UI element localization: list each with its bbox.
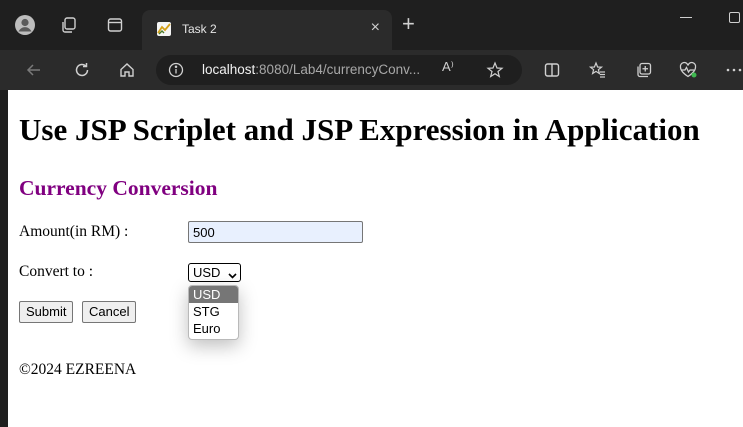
favorites-icon[interactable] — [586, 58, 610, 82]
performance-icon[interactable] — [676, 58, 700, 82]
page-content: Use JSP Scriplet and JSP Expression in A… — [8, 90, 743, 427]
page-title: Use JSP Scriplet and JSP Expression in A… — [19, 112, 700, 147]
currency-option-usd[interactable]: USD — [189, 286, 238, 303]
currency-option-euro[interactable]: Euro — [189, 320, 238, 337]
tab-close-icon[interactable]: × — [371, 19, 380, 37]
more-icon[interactable] — [722, 58, 743, 82]
address-url: localhost:8080/Lab4/currencyConv... — [202, 62, 420, 77]
workspaces-icon[interactable] — [58, 14, 80, 36]
favorite-icon[interactable] — [486, 61, 504, 84]
amount-label: Amount(in RM) : — [19, 223, 129, 240]
home-icon[interactable] — [115, 58, 139, 82]
submit-button[interactable]: Submit — [19, 301, 74, 323]
new-tab-button[interactable]: + — [402, 13, 415, 35]
split-screen-icon[interactable] — [540, 58, 564, 82]
tab-title: Task 2 — [182, 22, 217, 36]
amount-input[interactable] — [188, 221, 363, 243]
minimize-icon[interactable] — [680, 17, 692, 18]
collections-icon[interactable] — [632, 58, 656, 82]
currency-option-stg[interactable]: STG — [189, 303, 238, 320]
url-host: localhost — [202, 62, 256, 77]
profile-icon[interactable] — [14, 14, 36, 36]
convert-label: Convert to : — [19, 263, 94, 280]
currency-select-value: USD — [193, 265, 221, 280]
back-icon[interactable] — [22, 58, 46, 82]
cancel-button[interactable]: Cancel — [82, 301, 137, 323]
browser-toolbar: localhost:8080/Lab4/currencyConv... A⁾ — [0, 50, 743, 90]
maximize-icon[interactable] — [729, 12, 740, 23]
chevron-down-icon — [228, 268, 237, 283]
footer-copyright: ©2024 EZREENA — [19, 361, 137, 378]
site-info-icon[interactable] — [168, 62, 184, 83]
url-path: :8080/Lab4/currencyConv... — [255, 62, 421, 77]
tab-task-2[interactable]: Task 2 × — [142, 10, 392, 50]
tomcat-favicon-icon — [156, 21, 172, 37]
currency-select[interactable]: USD — [188, 263, 241, 282]
refresh-icon[interactable] — [70, 58, 94, 82]
section-title: Currency Conversion — [19, 176, 218, 200]
address-bar[interactable]: localhost:8080/Lab4/currencyConv... A⁾ — [156, 55, 522, 85]
currency-dropdown-list: USD STG Euro — [188, 285, 239, 340]
tab-actions-icon[interactable] — [104, 14, 126, 36]
tab-strip: Task 2 × + — [0, 0, 743, 50]
read-aloud-icon[interactable]: A⁾ — [442, 59, 454, 75]
